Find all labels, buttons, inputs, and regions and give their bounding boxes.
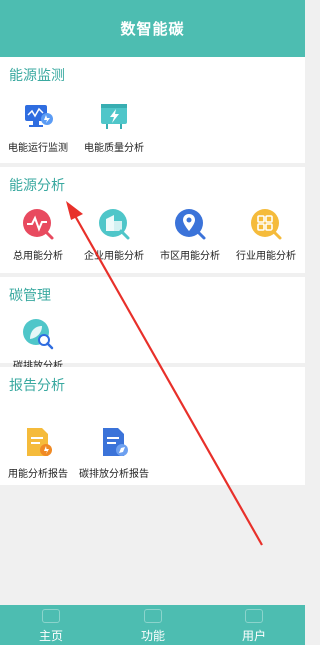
menu-item-enterprise-energy[interactable]: 企业用能分析 — [76, 207, 152, 262]
bottom-tab-bar: 主页 功能 用户 — [0, 605, 305, 645]
tab-label: 用户 — [241, 629, 266, 643]
tab-home[interactable]: 主页 — [0, 605, 102, 645]
menu-item-label: 总用能分析 — [13, 251, 63, 262]
section-carbon-management: 碳管理 碳排放分析 — [0, 277, 305, 372]
tab-label: 功能 — [140, 629, 165, 643]
menu-item-energy-report[interactable]: 用能分析报告 — [0, 425, 76, 480]
section-title: 能源分析 — [9, 178, 65, 194]
pulse-icon — [21, 207, 55, 241]
tab-label: 主页 — [38, 629, 63, 643]
monitor-icon — [21, 99, 55, 133]
menu-item-total-energy[interactable]: 总用能分析 — [0, 207, 76, 262]
app-header: 数智能碳 — [0, 0, 305, 57]
report-icon — [21, 425, 55, 459]
grid-icon — [249, 207, 283, 241]
section-title: 碳管理 — [9, 288, 51, 304]
menu-item-label: 行业用能分析 — [236, 251, 296, 262]
tab-functions[interactable]: 功能 — [102, 605, 204, 645]
power-board-icon — [97, 99, 131, 133]
menu-item-label: 用能分析报告 — [8, 469, 68, 480]
page-title: 数智能碳 — [120, 20, 185, 38]
menu-item-industry-energy[interactable]: 行业用能分析 — [228, 207, 304, 262]
section-report-analysis: 报告分析 用能分析报告 碳排放分析报告 — [0, 367, 305, 485]
section-title: 报告分析 — [9, 378, 65, 394]
menu-item-carbon-emission[interactable]: 碳排放分析 — [0, 317, 76, 372]
home-icon — [42, 609, 60, 623]
leaf-search-icon — [21, 317, 55, 351]
user-icon — [245, 609, 263, 623]
doc-compass-icon — [97, 425, 131, 459]
menu-item-carbon-report[interactable]: 碳排放分析报告 — [76, 425, 152, 480]
menu-item-power-monitor[interactable]: 电能运行监测 — [0, 99, 76, 154]
tab-user[interactable]: 用户 — [203, 605, 305, 645]
menu-item-label: 电能质量分析 — [84, 143, 144, 154]
location-icon — [173, 207, 207, 241]
building-icon — [97, 207, 131, 241]
menu-item-label: 市区用能分析 — [160, 251, 220, 262]
menu-item-district-energy[interactable]: 市区用能分析 — [152, 207, 228, 262]
section-energy-monitor: 能源监测 电能运行监测 电能质量分析 — [0, 57, 305, 163]
menu-item-power-quality[interactable]: 电能质量分析 — [76, 99, 152, 154]
menu-item-label: 碳排放分析报告 — [79, 469, 149, 480]
section-energy-analysis: 能源分析 总用能分析 企业用能分析 市区用能分析 行业用能分析 — [0, 167, 305, 273]
section-title: 能源监测 — [9, 68, 65, 84]
function-icon — [144, 609, 162, 623]
menu-item-label: 电能运行监测 — [8, 143, 68, 154]
menu-item-label: 企业用能分析 — [84, 251, 144, 262]
